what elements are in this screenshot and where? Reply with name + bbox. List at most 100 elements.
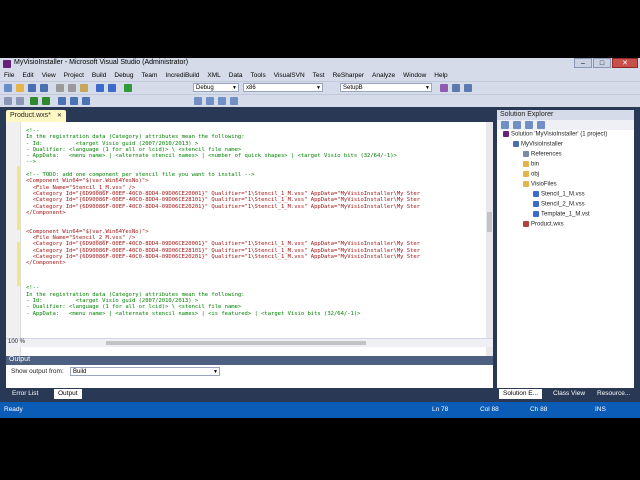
editor-horizontal-scrollbar[interactable]: 100 % <box>6 338 493 347</box>
tab-product-wxs[interactable]: Product.wxs* ✕ <box>6 110 66 122</box>
tab-resource-view[interactable]: Resource... <box>593 389 634 399</box>
project-icon <box>513 141 519 147</box>
menu-team[interactable]: Team <box>138 72 162 79</box>
solution-explorer-panel <box>497 130 634 388</box>
platform-combo[interactable]: x86 ▼ <box>243 83 323 92</box>
open-folder-icon[interactable] <box>16 84 24 92</box>
minimize-button[interactable]: – <box>574 58 592 68</box>
text-editor-toolbar <box>0 94 640 107</box>
indent-icon[interactable] <box>4 97 12 105</box>
start-debug-icon[interactable] <box>124 84 132 92</box>
uncomment-icon[interactable] <box>42 97 50 105</box>
output-title: Output <box>9 356 31 363</box>
show-all-files-icon[interactable] <box>513 121 521 129</box>
tree-item-label: Product.wxs <box>531 221 564 228</box>
editor-margin <box>6 122 21 388</box>
menu-tools[interactable]: Tools <box>247 72 270 79</box>
copy-icon[interactable] <box>68 84 76 92</box>
maximize-button[interactable]: □ <box>593 58 611 68</box>
menu-xml[interactable]: XML <box>203 72 224 79</box>
prev-bookmark-icon[interactable] <box>70 97 78 105</box>
tab-class-view[interactable]: Class View <box>549 389 589 399</box>
menu-resharper[interactable]: ReSharper <box>329 72 368 79</box>
menu-incredibuild[interactable]: IncrediBuild <box>161 72 203 79</box>
vertical-scrollbar[interactable] <box>486 122 493 388</box>
zoom-level[interactable]: 100 % <box>8 339 25 345</box>
tree-item[interactable]: Template_1_M.vst <box>533 211 590 218</box>
xml-transform-icon[interactable] <box>218 97 226 105</box>
tab-error-list[interactable]: Error List <box>8 389 42 399</box>
menu-help[interactable]: Help <box>430 72 451 79</box>
tree-item[interactable]: Solution 'MyVisioInstaller' (1 project) <box>503 131 607 138</box>
menu-data[interactable]: Data <box>225 72 247 79</box>
close-button[interactable]: ✕ <box>612 58 638 68</box>
code-line[interactable]: <Category Id="{6D90086F-00EF-40C0-8DD4-0… <box>26 254 481 260</box>
xml-debug-icon[interactable] <box>206 97 214 105</box>
solution-config-combo[interactable]: Debug ▼ <box>193 83 239 92</box>
menu-test[interactable]: Test <box>309 72 329 79</box>
tree-item-label: Template_1_M.vst <box>541 211 590 218</box>
new-project-icon[interactable] <box>4 84 12 92</box>
solution-explorer-header: Solution Explorer <box>497 110 634 120</box>
save-all-icon[interactable] <box>40 84 48 92</box>
startup-project-combo[interactable]: SetupB ▼ <box>340 83 432 92</box>
xml-output-icon[interactable] <box>230 97 238 105</box>
solution-explorer-icon[interactable] <box>452 84 460 92</box>
code-line[interactable]: - AppData: <menu name> | <alternate sten… <box>26 311 481 317</box>
find-icon[interactable] <box>440 84 448 92</box>
menu-build[interactable]: Build <box>88 72 110 79</box>
code-editor[interactable]: <!-- In the registration data (Category) … <box>6 122 493 388</box>
xml-schema-icon[interactable] <box>194 97 202 105</box>
save-icon[interactable] <box>28 84 36 92</box>
tree-item[interactable]: Stencil_1_M.vss <box>533 191 585 198</box>
close-tab-icon[interactable]: ✕ <box>57 113 62 119</box>
change-marker <box>17 242 20 286</box>
menu-visualsvn[interactable]: VisualSVN <box>270 72 309 79</box>
tree-item[interactable]: Stencil_2_M.vss <box>533 201 585 208</box>
status-line: Ln 78 <box>432 406 449 413</box>
refresh-icon[interactable] <box>525 121 533 129</box>
solution-config-value: Debug <box>196 85 214 91</box>
next-bookmark-icon[interactable] <box>82 97 90 105</box>
vss-file-icon <box>533 191 539 197</box>
menu-view[interactable]: View <box>38 72 60 79</box>
tab-output[interactable]: Output <box>54 389 82 399</box>
folder-icon <box>523 181 529 187</box>
code-line[interactable]: <Category Id="{6D90086F-00EF-40C0-8DD4-0… <box>26 204 481 210</box>
menu-edit[interactable]: Edit <box>18 72 37 79</box>
menu-file[interactable]: File <box>0 72 18 79</box>
bookmark-icon[interactable] <box>58 97 66 105</box>
properties-icon[interactable] <box>501 121 509 129</box>
code-text[interactable]: <!-- In the registration data (Category) … <box>26 128 481 317</box>
scroll-thumb[interactable] <box>487 212 492 232</box>
redo-icon[interactable] <box>108 84 116 92</box>
code-line[interactable]: <Category Id="{6D90086F-00EF-40C0-8DD4-0… <box>26 248 481 254</box>
menu-window[interactable]: Window <box>399 72 430 79</box>
tree-item[interactable]: VisioFiles <box>523 181 557 188</box>
paste-icon[interactable] <box>80 84 88 92</box>
properties-icon[interactable] <box>464 84 472 92</box>
tree-item[interactable]: Product.wxs <box>523 221 564 228</box>
outdent-icon[interactable] <box>16 97 24 105</box>
code-line[interactable]: <Category Id="{6D90086F-00EF-40C0-8DD4-0… <box>26 241 481 247</box>
tree-item-label: obj <box>531 171 540 178</box>
tree-item-label: MyVisioInstaller <box>521 141 563 148</box>
undo-icon[interactable] <box>96 84 104 92</box>
horizontal-scroll-thumb[interactable] <box>106 341 366 345</box>
view-code-icon[interactable] <box>537 121 545 129</box>
tree-item[interactable]: bin <box>523 161 539 168</box>
cut-icon[interactable] <box>56 84 64 92</box>
tree-item[interactable]: MyVisioInstaller <box>513 141 563 148</box>
status-insert-mode: INS <box>595 406 606 413</box>
output-source-combo[interactable]: Build ▼ <box>70 367 220 376</box>
menu-analyze[interactable]: Analyze <box>368 72 399 79</box>
comment-icon[interactable] <box>30 97 38 105</box>
menu-debug[interactable]: Debug <box>110 72 137 79</box>
solution-icon <box>503 131 509 137</box>
tab-solution-explorer[interactable]: Solution E... <box>499 389 543 399</box>
menu-project[interactable]: Project <box>60 72 88 79</box>
document-tab-strip: Product.wxs* ✕ <box>6 110 493 122</box>
tree-item[interactable]: References <box>523 151 562 158</box>
code-line[interactable]: <Category Id="{6D90086F-00EF-40C0-8DD4-0… <box>26 197 481 203</box>
tree-item[interactable]: obj <box>523 171 539 178</box>
